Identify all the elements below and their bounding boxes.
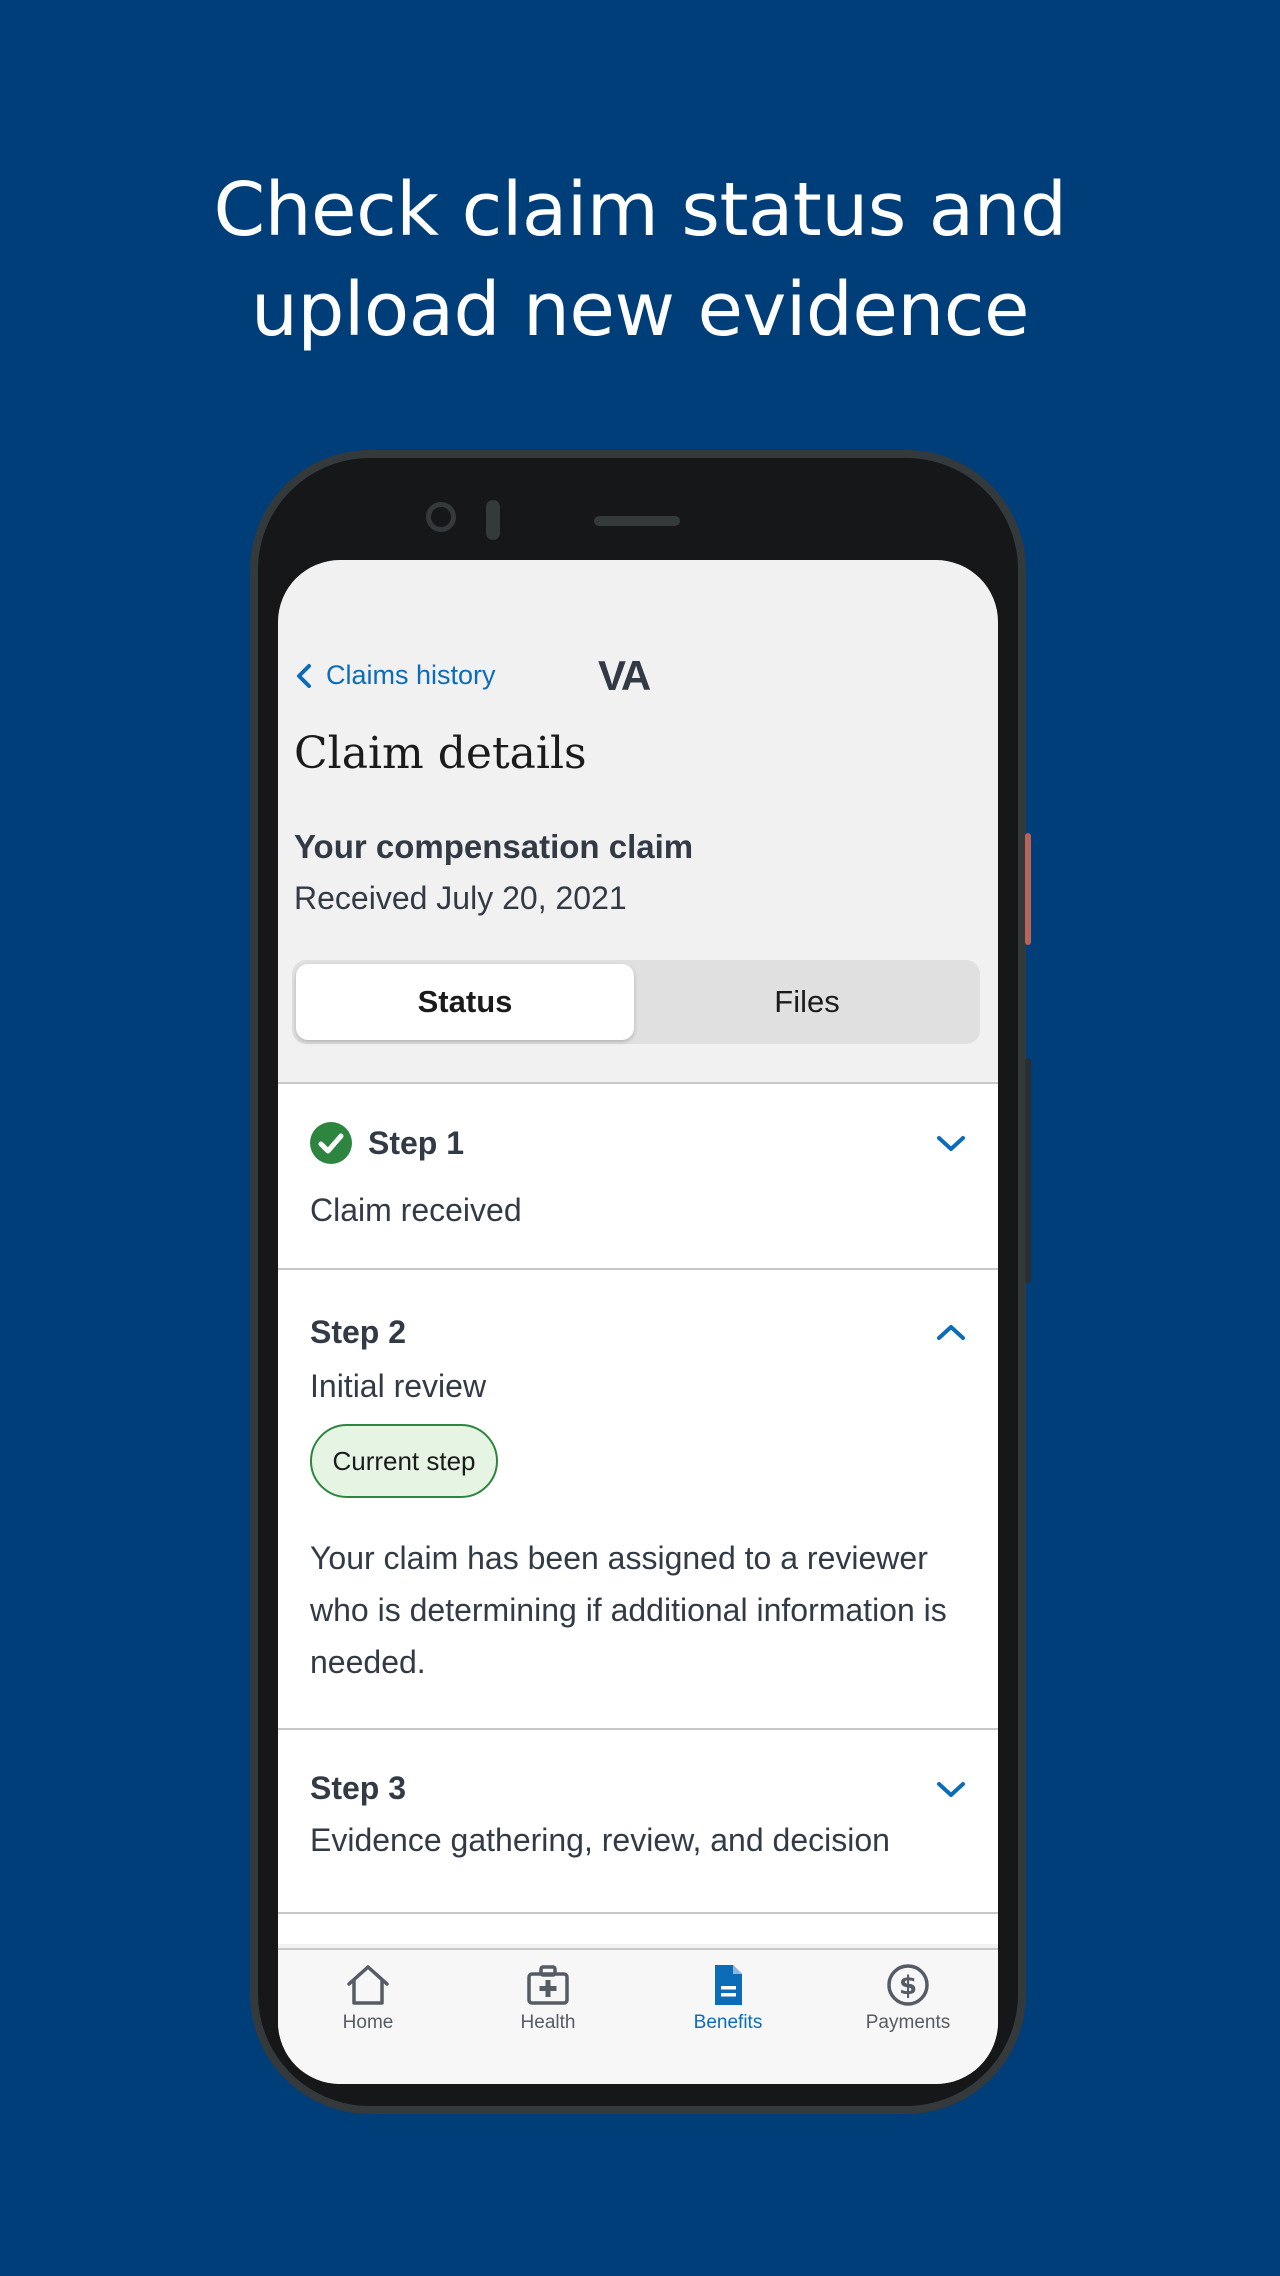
page-title: Claim details [294, 728, 587, 779]
step-1-title: Step 1 [368, 1124, 465, 1161]
claim-name: Your compensation claim [294, 828, 694, 865]
volume-button [1025, 1058, 1031, 1283]
step-2-header: Step 2 [310, 1314, 406, 1351]
tab-home-label: Home [342, 2012, 394, 2033]
tab-benefits[interactable]: Benefits [638, 1950, 818, 2084]
bottom-tab-bar: Home Health Benefits $ Payments [278, 1948, 998, 2084]
tab-health-label: Health [520, 2012, 576, 2033]
step-1-subtitle: Claim received [310, 1192, 522, 1228]
step-2-description: Your claim has been assigned to a review… [310, 1540, 947, 1680]
step-1-header: Step 1 [310, 1122, 464, 1164]
claim-steps-list: Step 1 Claim received Step 2 Initial rev… [278, 1082, 998, 1944]
step-3-title: Step 3 [310, 1770, 407, 1806]
chevron-down-icon[interactable] [936, 1134, 966, 1154]
marketing-headline: Check claim status and upload new eviden… [0, 160, 1280, 360]
back-label: Claims history [326, 660, 496, 690]
status-files-segmented-control: Status Files [292, 960, 980, 1044]
chevron-up-icon[interactable] [936, 1322, 966, 1342]
step-3-header: Step 3 [310, 1770, 406, 1807]
claim-received-date: Received July 20, 2021 [294, 880, 627, 916]
va-logo: VA [598, 652, 651, 699]
document-icon [715, 1965, 742, 2005]
tab-home[interactable]: Home [278, 1950, 458, 2084]
home-icon [347, 1965, 389, 2005]
tab-files[interactable]: Files [638, 964, 976, 1040]
medical-kit-icon [527, 1965, 569, 2005]
app-screen: Claims history VA Claim details Your com… [278, 560, 998, 2084]
current-step-badge: Current step [310, 1424, 498, 1498]
step-1-accordion[interactable]: Step 1 Claim received [278, 1084, 998, 1270]
earpiece-speaker [594, 516, 680, 526]
proximity-sensor [486, 500, 500, 540]
tab-status[interactable]: Status [296, 964, 634, 1040]
check-circle-icon [310, 1122, 352, 1164]
headline-line-2: upload new evidence [250, 267, 1030, 353]
back-to-claims-history[interactable]: Claims history [296, 660, 496, 691]
step-2-title: Step 2 [310, 1314, 407, 1350]
chevron-left-icon [297, 663, 311, 688]
step-3-accordion[interactable]: Step 3 Evidence gathering, review, and d… [278, 1730, 998, 1914]
dollar-circle-icon: $ [887, 1964, 929, 2006]
tab-health[interactable]: Health [458, 1950, 638, 2084]
chevron-down-icon[interactable] [936, 1780, 966, 1800]
headline-line-1: Check claim status and [213, 167, 1067, 253]
power-button [1025, 833, 1031, 945]
svg-text:$: $ [899, 1971, 917, 2001]
step-2-accordion[interactable]: Step 2 Initial review Current step Your … [278, 1270, 998, 1730]
phone-frame: Claims history VA Claim details Your com… [250, 450, 1031, 2114]
tab-payments-label: Payments [865, 2012, 951, 2033]
front-camera [426, 502, 456, 532]
step-3-subtitle: Evidence gathering, review, and decision [310, 1822, 890, 1858]
tab-benefits-label: Benefits [693, 2012, 763, 2033]
step-2-subtitle: Initial review [310, 1368, 487, 1404]
tab-payments[interactable]: $ Payments [818, 1950, 998, 2084]
